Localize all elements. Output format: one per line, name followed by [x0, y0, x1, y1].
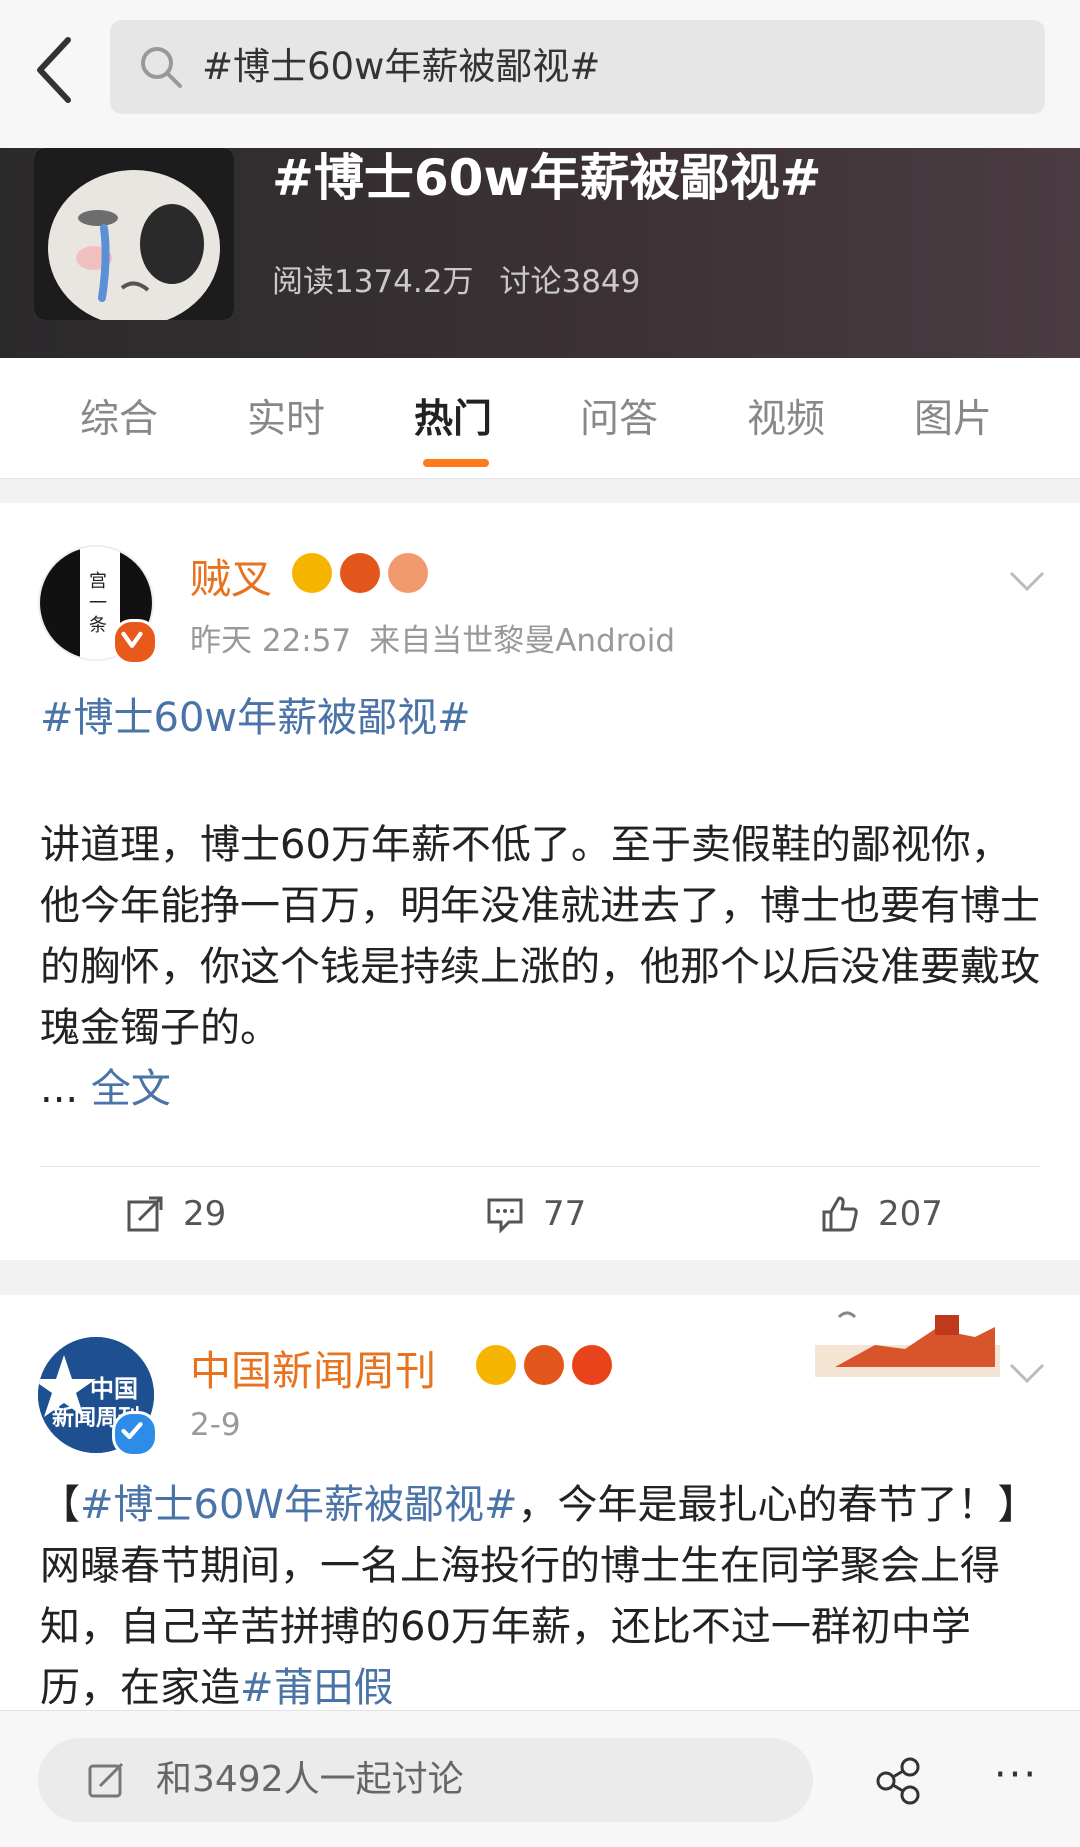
post-source: 来自当世黎曼Android — [369, 623, 676, 659]
chevron-down-icon[interactable] — [1007, 565, 1047, 595]
tab-comprehensive[interactable]: 综合 — [80, 388, 158, 444]
thumbs-up-icon — [822, 1196, 858, 1232]
username[interactable]: 中国新闻周刊 — [190, 1337, 436, 1397]
svip-crown-icon — [292, 553, 332, 593]
verified-badge-icon — [112, 619, 158, 665]
great-wall-decoration-icon — [815, 1311, 1000, 1377]
post-body: 【#博士60W年薪被鄙视#，今年是最扎心的春节了！】网曝春节期间，一名上海投行的… — [40, 1475, 1040, 1715]
tab-realtime[interactable]: 实时 — [247, 388, 325, 444]
rabbit-badge-icon — [388, 553, 428, 593]
topic-banner: #博士60w年薪被鄙视# 阅读1374.2万 讨论3849 — [0, 148, 1080, 358]
post-hashtag-2[interactable]: #莆田假 — [240, 1665, 394, 1711]
lantern-icon — [524, 1345, 564, 1385]
more-icon[interactable]: ··· — [988, 1755, 1044, 1807]
post-card: 宫 一 条 贼叉 昨天 22:57 来自当世黎曼Android #博士60w年薪被… — [0, 503, 1080, 1260]
ellipsis: ... — [40, 1066, 79, 1112]
bottom-bar: 和3492人一起讨论 ··· — [0, 1710, 1080, 1847]
active-tab-indicator — [423, 459, 489, 467]
fu-badge-icon — [572, 1345, 612, 1385]
topic-reads: 阅读1374.2万 — [272, 264, 474, 300]
topic-title: #博士60w年薪被鄙视# — [272, 149, 822, 207]
avatar[interactable]: 宫 一 条 — [38, 545, 158, 665]
topic-stats: 阅读1374.2万 讨论3849 — [272, 256, 666, 301]
svg-text:宫: 宫 — [89, 571, 107, 592]
post-card: 中国 新闻周刊 中国新闻周刊 2-9 【#博士60W年薪被鄙视#，今年是最扎心的… — [0, 1295, 1080, 1715]
svip-crown-icon — [476, 1345, 516, 1385]
tab-hot[interactable]: 热门 — [414, 388, 492, 444]
user-badges — [292, 553, 428, 593]
search-query: #博士60w年薪被鄙视# — [202, 45, 601, 88]
topic-discussions: 讨论3849 — [499, 264, 641, 300]
discuss-placeholder: 和3492人一起讨论 — [156, 1759, 464, 1800]
body-bracket: 【 — [40, 1482, 80, 1528]
discuss-input[interactable]: 和3492人一起讨论 — [38, 1738, 813, 1822]
post-hashtag[interactable]: #博士60W年薪被鄙视# — [80, 1482, 517, 1528]
comment-count: 77 — [543, 1194, 587, 1234]
comment-button[interactable]: 77 — [485, 1167, 586, 1261]
tab-bar: 综合 实时 热门 问答 视频 图片 — [0, 358, 1080, 479]
repost-button[interactable]: 29 — [125, 1167, 226, 1261]
topic-cover-image — [34, 148, 234, 320]
post-time: 2-9 — [190, 1407, 241, 1443]
verified-badge-icon — [112, 1411, 158, 1457]
edit-icon — [88, 1762, 124, 1798]
post-body: 讲道理，博士60万年薪不低了。至于卖假鞋的鄙视你，他今年能挣一百万，明年没准就进… — [40, 815, 1040, 1120]
username[interactable]: 贼叉 — [190, 545, 272, 605]
back-arrow-icon[interactable] — [30, 30, 80, 110]
chevron-down-icon[interactable] — [1007, 1357, 1047, 1387]
tab-video[interactable]: 视频 — [747, 388, 825, 444]
lantern-icon — [340, 553, 380, 593]
user-badges — [476, 1345, 612, 1385]
avatar[interactable]: 中国 新闻周刊 — [38, 1337, 158, 1457]
like-button[interactable]: 207 — [820, 1167, 943, 1261]
comment-icon — [487, 1198, 523, 1234]
svg-text:一: 一 — [89, 593, 107, 614]
repost-count: 29 — [183, 1194, 227, 1234]
full-text-link[interactable]: 全文 — [91, 1066, 171, 1112]
svg-text:条: 条 — [89, 615, 107, 636]
tab-images[interactable]: 图片 — [914, 388, 992, 444]
search-icon — [141, 47, 182, 88]
share-icon[interactable] — [872, 1755, 924, 1807]
tab-qa[interactable]: 问答 — [580, 388, 658, 444]
search-input[interactable]: #博士60w年薪被鄙视# — [110, 20, 1045, 114]
post-time: 昨天 22:57 — [190, 623, 352, 659]
repost-icon — [127, 1196, 163, 1232]
top-bar: #博士60w年薪被鄙视# — [0, 0, 1080, 148]
post-text: 讲道理，博士60万年薪不低了。至于卖假鞋的鄙视你，他今年能挣一百万，明年没准就进… — [40, 822, 1040, 1051]
post-actions: 29 77 207 — [40, 1166, 1040, 1261]
post-meta: 昨天 22:57 来自当世黎曼Android — [190, 615, 693, 660]
like-count: 207 — [878, 1194, 943, 1234]
avatar-text-1: 中国 — [90, 1375, 138, 1403]
post-hashtag[interactable]: #博士60w年薪被鄙视# — [40, 685, 471, 743]
